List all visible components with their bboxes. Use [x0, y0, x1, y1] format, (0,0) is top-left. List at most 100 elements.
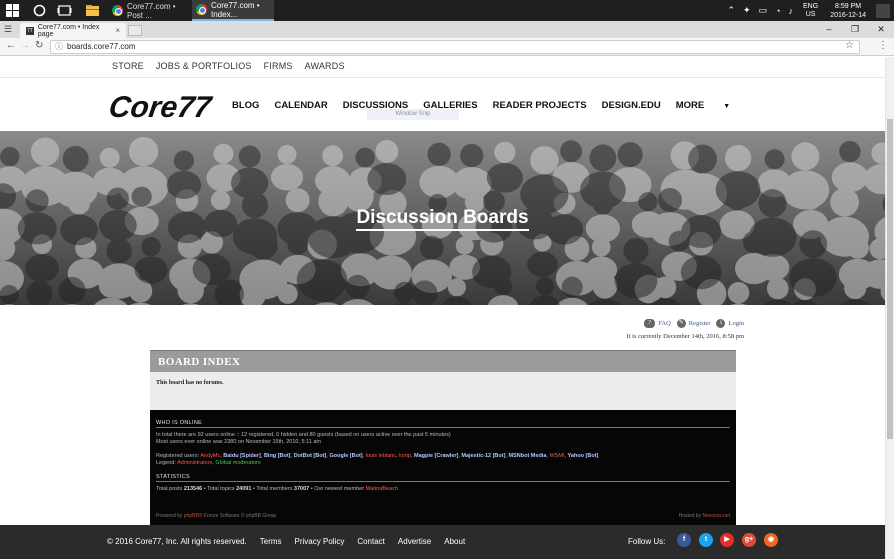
- caret-down-icon: ▼: [723, 103, 731, 110]
- follow-us-label: Follow Us:: [628, 537, 666, 546]
- wifi-icon[interactable]: ◔: [775, 6, 780, 16]
- login-link[interactable]: Login: [728, 320, 744, 327]
- browser-tab-index[interactable]: 77 Core77.com • Index page ×: [20, 23, 126, 38]
- total-posts-label: Total posts: [156, 486, 183, 492]
- topnav-firms[interactable]: FIRMS: [264, 61, 293, 71]
- maximize-button[interactable]: ❐: [842, 21, 868, 38]
- statistics-line: Total posts 213546 • Total topics 24091 …: [156, 486, 398, 492]
- battery-icon[interactable]: ▭: [759, 5, 768, 16]
- network-icon[interactable]: ✦: [743, 5, 751, 16]
- registered-user-link[interactable]: Magpie [Crawler]: [414, 453, 458, 459]
- taskbar-item-post[interactable]: Core77.com • Post ...: [108, 0, 190, 21]
- no-forums-message: This board has no forums.: [156, 380, 224, 386]
- google-plus-icon[interactable]: g+: [742, 533, 756, 547]
- footer-link-privacy[interactable]: Privacy Policy: [295, 537, 345, 546]
- bookmark-star-icon[interactable]: ☆: [845, 40, 854, 51]
- nav-more[interactable]: MORE ▼: [676, 100, 745, 111]
- hero-banner: Discussion Boards: [0, 131, 885, 305]
- legend-label: Legend:: [156, 460, 176, 466]
- action-center-icon[interactable]: [876, 3, 890, 18]
- registered-user-link[interactable]: Bing [Bot]: [264, 453, 291, 459]
- youtube-icon[interactable]: ▶: [720, 533, 734, 547]
- crowd-head: [846, 236, 869, 259]
- minimize-button[interactable]: –: [816, 21, 842, 38]
- registered-user-link[interactable]: Majestic-12 [Bot]: [461, 453, 505, 459]
- legend-administrators[interactable]: Administrators: [177, 460, 212, 466]
- scrollbar-thumb[interactable]: [887, 119, 893, 439]
- new-tab-button[interactable]: [128, 25, 142, 36]
- task-view-icon[interactable]: [57, 3, 72, 18]
- faq-link[interactable]: FAQ: [658, 320, 671, 327]
- registered-user-link[interactable]: WSMI: [549, 453, 564, 459]
- tab-close-icon[interactable]: ×: [115, 26, 120, 35]
- system-tray: ⌃ ✦ ▭ ◔ ♪ ENG US 8:59 PM 2016-12-14: [723, 0, 894, 21]
- forum-util-links: ? FAQ ✎ Register i Login: [638, 319, 744, 328]
- board-index-body: This board has no forums.: [150, 372, 736, 410]
- online-total-line: In total there are 92 users online :: 12…: [156, 432, 451, 438]
- registered-user-link[interactable]: DotBot [Bot]: [294, 453, 327, 459]
- legend-global-moderators[interactable]: Global moderators: [215, 460, 260, 466]
- newest-member-link[interactable]: MarinaBeach: [366, 486, 398, 492]
- reload-icon[interactable]: ↻: [35, 40, 43, 51]
- nav-calendar[interactable]: CALENDAR: [274, 100, 327, 111]
- windows-start-icon[interactable]: [5, 3, 20, 18]
- crowd-body: [367, 162, 407, 196]
- tab-menu-icon[interactable]: ☰: [4, 24, 12, 35]
- registered-user-link[interactable]: lump: [399, 453, 411, 459]
- crowd-head: [287, 233, 309, 255]
- site-top-nav: STORE JOBS & PORTFOLIOS FIRMS AWARDS: [112, 61, 345, 71]
- register-link[interactable]: Register: [689, 320, 711, 327]
- topnav-store[interactable]: STORE: [112, 61, 144, 71]
- crowd-head: [345, 274, 370, 300]
- facebook-icon[interactable]: f: [677, 533, 691, 547]
- address-bar[interactable]: ⓘ boards.core77.com: [50, 40, 860, 54]
- volume-icon[interactable]: ♪: [789, 6, 794, 16]
- close-window-button[interactable]: ✕: [868, 21, 894, 38]
- browser-menu-icon[interactable]: ⋮: [878, 40, 888, 51]
- back-arrow-icon[interactable]: ←: [6, 40, 16, 51]
- twitter-icon[interactable]: t: [699, 533, 713, 547]
- registered-users-line: Registered users: AndyMc, Baidu [Spider]…: [156, 453, 599, 459]
- crowd-head: [98, 274, 123, 298]
- crowd-body: [756, 253, 790, 282]
- current-time: It is currently December 14th, 2016, 8:5…: [626, 333, 744, 340]
- page-info-icon[interactable]: ⓘ: [55, 41, 63, 53]
- nav-design-edu[interactable]: DESIGN.EDU: [602, 100, 661, 111]
- taskbar-item-index[interactable]: Core77.com • Index...: [192, 0, 274, 21]
- cortana-icon[interactable]: [32, 3, 47, 18]
- crowd-head: [58, 276, 86, 305]
- board-index: BOARD INDEX This board has no forums.: [150, 350, 736, 410]
- topnav-jobs-portfolios[interactable]: JOBS & PORTFOLIOS: [156, 61, 252, 71]
- core77-logo[interactable]: Core77: [110, 87, 214, 125]
- registered-user-link[interactable]: MSNbot Media: [509, 453, 547, 459]
- registered-user-link[interactable]: AndyMc: [200, 453, 220, 459]
- legend-line: Legend: Administrators, Global moderator…: [156, 460, 261, 466]
- window-snip-tooltip: Window Snip: [367, 109, 459, 120]
- nav-blog[interactable]: BLOG: [232, 100, 259, 111]
- topnav-awards[interactable]: AWARDS: [305, 61, 345, 71]
- page-scrollbar[interactable]: [885, 57, 894, 559]
- forward-arrow-icon[interactable]: →: [20, 40, 30, 51]
- footer-link-terms[interactable]: Terms: [260, 537, 282, 546]
- file-explorer-icon[interactable]: [85, 3, 100, 18]
- registered-user-link[interactable]: Google [Bot]: [329, 453, 362, 459]
- footer-link-contact[interactable]: Contact: [357, 537, 385, 546]
- nexcess-link[interactable]: Nexcess.net: [702, 513, 730, 519]
- crowd-body: [789, 258, 837, 297]
- rss-icon[interactable]: ◉: [764, 533, 778, 547]
- footer-link-advertise[interactable]: Advertise: [398, 537, 431, 546]
- crowd-head: [419, 235, 444, 260]
- clock[interactable]: 8:59 PM 2016-12-14: [830, 2, 866, 20]
- crowd-head: [724, 144, 752, 172]
- nav-reader-projects[interactable]: READER PROJECTS: [493, 100, 587, 111]
- phpbb-link[interactable]: phpBB®: [184, 513, 203, 519]
- language-indicator[interactable]: ENG US: [803, 3, 818, 19]
- footer-link-about[interactable]: About: [444, 537, 465, 546]
- crowd-head: [791, 142, 820, 171]
- registered-user-link[interactable]: louis leblanc: [366, 453, 396, 459]
- chevron-up-icon[interactable]: ⌃: [727, 5, 735, 16]
- registered-user-link[interactable]: Baidu [Spider]: [223, 453, 261, 459]
- registered-user-link[interactable]: Yahoo [Bot]: [568, 453, 599, 459]
- crowd-head: [523, 185, 547, 208]
- tab-title: Core77.com • Index page: [37, 23, 100, 38]
